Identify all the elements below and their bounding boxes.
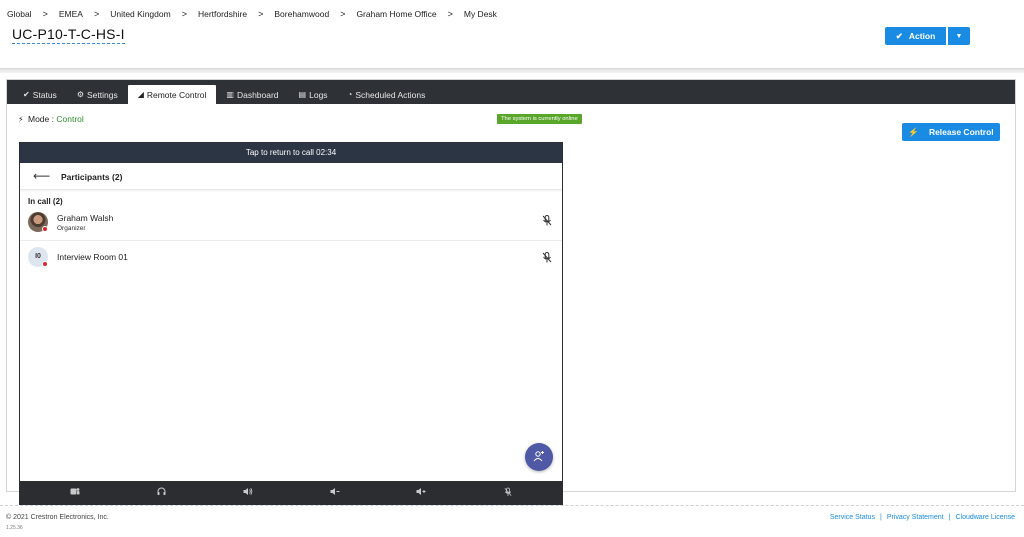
in-call-label: In call (2) [28, 197, 63, 206]
status-dot [42, 261, 48, 267]
device-bottom-bar [20, 481, 562, 504]
status-dot [42, 226, 48, 232]
chevron-down-icon: ▼ [955, 32, 963, 40]
tab-label: Remote Control [146, 89, 207, 100]
release-control-button[interactable]: ⚡ Release Control [902, 123, 1000, 141]
volume-up-icon[interactable] [416, 487, 426, 498]
participants-title: Participants (2) [61, 172, 123, 182]
tab-remote-control[interactable]: ◢ Remote Control [127, 85, 217, 104]
participants-header: ⟵ Participants (2) [20, 163, 562, 190]
mode-value: Control [56, 114, 84, 124]
clock-icon: ◔ [347, 90, 353, 99]
tab-label: Settings [86, 89, 118, 100]
tab-label: Logs [309, 89, 328, 100]
header-divider [0, 68, 1024, 73]
copyright-text: © 2021 Crestron Electronics, Inc. [6, 514, 109, 521]
bar-chart-icon: ▥ [226, 90, 234, 99]
mode-indicator: ⚡ Mode : Control [18, 114, 84, 124]
check-icon: ✔ [895, 30, 903, 41]
participant-name: Interview Room 01 [57, 252, 128, 262]
footer-divider [0, 505, 1024, 506]
remote-device-screen[interactable]: Tap to return to call 02:34 ⟵ Participan… [19, 142, 563, 505]
mic-off-icon[interactable] [504, 487, 512, 499]
tab-scheduled-actions[interactable]: ◔ Scheduled Actions [338, 85, 436, 104]
teams-icon[interactable] [70, 487, 80, 498]
participant-row[interactable]: Graham Walsh Organizer [20, 207, 562, 241]
breadcrumb-separator: > [181, 9, 187, 19]
add-participant-button[interactable] [525, 443, 553, 471]
link-separator: | [879, 514, 882, 521]
mode-label: Mode : [28, 114, 54, 124]
mic-off-icon[interactable] [542, 252, 552, 265]
tab-label: Dashboard [236, 89, 279, 100]
breadcrumb-separator: > [93, 9, 100, 19]
action-label: Action [908, 31, 936, 41]
tab-status[interactable]: ✔ Status [13, 85, 67, 104]
breadcrumb-hertfordshire[interactable]: Hertfordshire [198, 9, 247, 19]
action-dropdown-button[interactable]: ▼ [948, 27, 970, 45]
add-person-icon [533, 450, 545, 465]
gear-icon: ⚙ [76, 90, 84, 99]
version-text: 1.25.36 [6, 525, 23, 531]
headset-icon[interactable] [157, 487, 166, 498]
action-button-group: ✔ Action ▼ [885, 27, 970, 45]
participant-row[interactable]: I0 Interview Room 01 [20, 241, 562, 275]
participant-name: Graham Walsh [57, 213, 114, 223]
footer-links: Service Status | Privacy Statement | Clo… [830, 514, 1015, 521]
breadcrumb-global[interactable]: Global [7, 9, 32, 19]
breadcrumb-borehamwood[interactable]: Borehamwood [274, 9, 329, 19]
status-badge: The system is currently online [497, 114, 582, 124]
privacy-statement-link[interactable]: Privacy Statement [887, 514, 944, 521]
tab-settings[interactable]: ⚙ Settings [67, 85, 128, 104]
main-panel: ✔ Status ⚙ Settings ◢ Remote Control ▥ D… [6, 79, 1016, 505]
breadcrumb-separator: > [258, 9, 264, 19]
breadcrumb-separator: > [42, 9, 48, 19]
list-icon: ▤ [298, 90, 307, 99]
tab-logs[interactable]: ▤ Logs [289, 85, 338, 104]
back-arrow-icon[interactable]: ⟵ [33, 169, 50, 183]
tab-dashboard[interactable]: ▥ Dashboard [216, 85, 288, 104]
breadcrumb-separator: > [447, 9, 453, 19]
page-title[interactable]: UC-P10-T-C-HS-I [12, 26, 125, 44]
action-button[interactable]: ✔ Action [885, 27, 946, 45]
check-icon: ✔ [23, 90, 30, 99]
bolt-icon: ⚡ [18, 115, 24, 124]
mic-off-icon[interactable] [542, 215, 552, 228]
release-control-label: Release Control [928, 127, 994, 137]
rss-icon: ◢ [137, 90, 144, 99]
tab-bar: ✔ Status ⚙ Settings ◢ Remote Control ▥ D… [7, 80, 1015, 104]
tab-label: Scheduled Actions [355, 89, 426, 100]
return-to-call-banner[interactable]: Tap to return to call 02:34 [20, 143, 562, 163]
breadcrumb-graham-home-office[interactable]: Graham Home Office [356, 9, 436, 19]
volume-icon[interactable] [243, 487, 253, 498]
volume-down-icon[interactable] [330, 487, 340, 498]
breadcrumb: Global > EMEA > United Kingdom > Hertfor… [7, 8, 497, 20]
breadcrumb-united-kingdom[interactable]: United Kingdom [110, 9, 170, 19]
breadcrumb-separator: > [340, 9, 346, 19]
cloudware-license-link[interactable]: Cloudware License [955, 514, 1015, 521]
breadcrumb-my-desk[interactable]: My Desk [464, 9, 497, 19]
participant-role: Organizer [57, 225, 86, 232]
bolt-icon: ⚡ [908, 126, 919, 137]
tab-label: Status [32, 89, 57, 100]
service-status-link[interactable]: Service Status [830, 514, 875, 521]
breadcrumb-emea[interactable]: EMEA [59, 9, 83, 19]
link-separator: | [948, 514, 951, 521]
